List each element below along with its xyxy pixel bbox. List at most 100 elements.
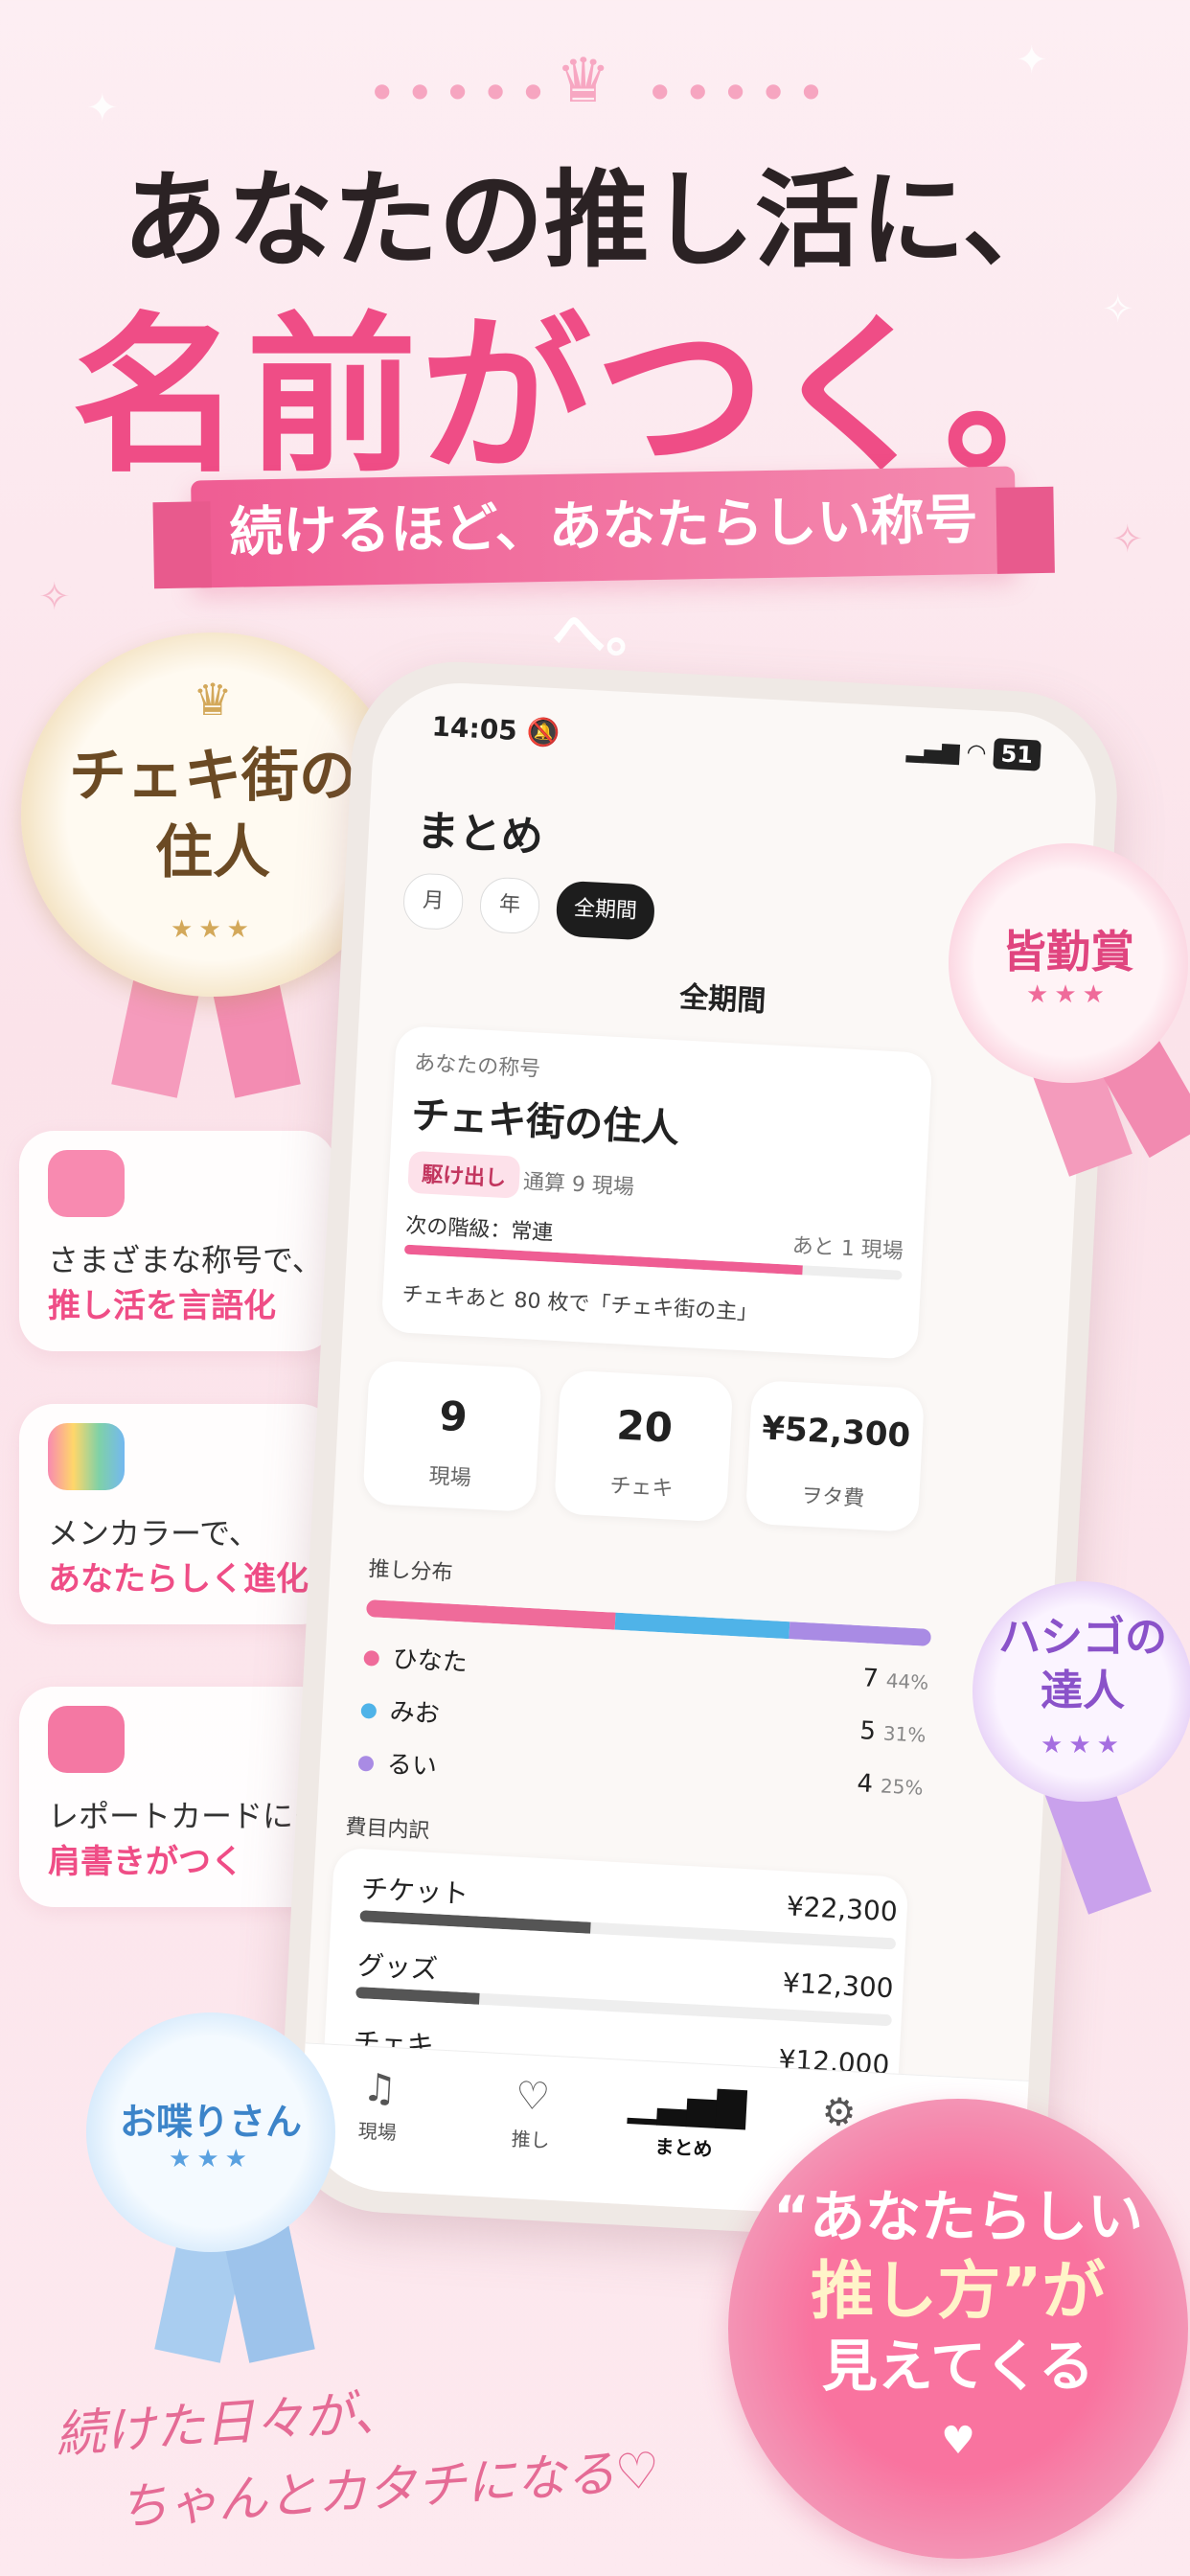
sparkle-icon: ✦: [86, 86, 119, 130]
feature-card-colors: メンカラーで、 あなたらしく進化: [19, 1404, 335, 1624]
badge-text: お喋りさん: [119, 2100, 302, 2143]
color-dot: [360, 1702, 378, 1719]
stat-number: 9: [438, 1392, 469, 1441]
rank-hint: チェキあと 80 枚で「チェキ街の主」: [400, 1282, 759, 1325]
next-rank-label: 次の階級：常連: [404, 1213, 554, 1246]
decorative-dots: ●●●●●: [652, 79, 841, 102]
star-rating: ★★★: [169, 2144, 253, 2174]
bar-chart-icon: ▁▃▅▇: [627, 2080, 747, 2130]
title-badge-perfect-attendance: 皆勤賞 ★★★: [949, 843, 1188, 1083]
status-bar: 14:05 🔕 ▂▄▆ ◠ 51: [431, 710, 1041, 773]
remaining-count: あと 1 現場: [791, 1233, 904, 1264]
oshi-count: 5 31%: [859, 1716, 927, 1749]
distribution-segment-mio: [614, 1612, 790, 1640]
stat-card-spending: ¥52,300 ヲタ費: [744, 1379, 926, 1533]
badge-line2: 達人: [1041, 1667, 1125, 1715]
sparkle-icon: ✧: [38, 575, 71, 619]
stat-number: ¥52,300: [761, 1409, 912, 1456]
distribution-bar: [365, 1599, 932, 1646]
badge-line2: 住人: [155, 819, 270, 886]
tab-summary[interactable]: ▁▃▅▇ まとめ: [626, 2080, 747, 2163]
star-rating: ★★★: [171, 915, 255, 944]
count-value: 4: [856, 1769, 874, 1799]
distribution-label: 推し分布: [367, 1557, 454, 1586]
tagline-line3: 見えてくる: [821, 2334, 1095, 2399]
oshi-count: 4 25%: [857, 1769, 924, 1802]
heart-icon: ♥: [941, 2419, 975, 2463]
oshi-name: ひなた: [391, 1644, 469, 1678]
distribution-segment-rui: [789, 1622, 932, 1646]
bell-off-icon: 🔕: [525, 715, 561, 749]
speech-bubble-icon: [48, 1150, 125, 1217]
title-badge-chatty: お喋りさん ★★★: [86, 2012, 335, 2252]
stat-unit: 現場: [428, 1464, 472, 1491]
battery-icon: 51: [992, 738, 1041, 771]
screen-title: まとめ: [415, 806, 545, 862]
color-dot: [357, 1755, 375, 1772]
segment-all-time[interactable]: 全期間: [555, 880, 656, 941]
rank-progress-fill: [403, 1244, 803, 1276]
subtitle-ribbon: 続けるほど、あなたらしい称号へ。: [191, 466, 1017, 666]
stat-unit: ヲタ費: [800, 1484, 865, 1512]
expenses-label: 費目内訳: [344, 1815, 431, 1844]
title-badge-hashigo: ハシゴの 達人 ★★★: [973, 1581, 1190, 1802]
crown-icon: ♛: [193, 674, 233, 725]
segment-year[interactable]: 年: [478, 876, 541, 935]
feature-highlight: 推し活を言語化: [48, 1287, 276, 1325]
oshi-name: るい: [386, 1750, 438, 1782]
status-icons: ▂▄▆ ◠ 51: [905, 735, 1041, 771]
color-dot: [363, 1649, 380, 1667]
feature-card-titles: さまざまな称号で、 推し活を言語化: [19, 1131, 335, 1351]
total-count: 通算 9 現場: [522, 1170, 635, 1201]
distribution-segment-hinata: [365, 1599, 616, 1630]
color-palette-icon: [48, 1423, 125, 1490]
tab-venues[interactable]: ♫ 現場: [319, 2063, 438, 2147]
stat-number: 20: [615, 1401, 675, 1452]
tagline-line2: 推し方”が: [811, 2254, 1106, 2328]
tab-label: 現場: [357, 2119, 398, 2145]
expense-amount: ¥22,300: [786, 1890, 899, 1928]
feature-text: メンカラーで、: [48, 1515, 260, 1552]
feature-highlight: あなたらしく進化: [48, 1560, 309, 1598]
feature-text: レポートカードにも: [48, 1798, 325, 1834]
tab-oshi[interactable]: ♡ 推し: [472, 2072, 591, 2155]
status-time: 14:05: [430, 710, 518, 748]
title-card-label: あなたの称号: [413, 1050, 541, 1082]
feature-text: さまざまな称号で、: [48, 1242, 323, 1278]
tagline-line1: “あなたらしい: [772, 2184, 1144, 2249]
footer-tagline: 続けた日々が、 ちゃんとカタチになる♡: [53, 2356, 662, 2550]
star-rating: ★★★: [1026, 980, 1110, 1009]
sparkle-icon: ✧: [1111, 518, 1144, 562]
expense-name: グッズ: [356, 1949, 439, 1986]
oshi-count: 7 44%: [862, 1664, 929, 1696]
rank-badge: 駆け出し: [407, 1150, 521, 1199]
stat-unit: チェキ: [608, 1474, 675, 1502]
badge-text: 皆勤賞: [1002, 926, 1134, 978]
oshi-name: みお: [389, 1697, 441, 1730]
tab-label: まとめ: [653, 2134, 714, 2161]
feature-highlight: 肩書きがつく: [48, 1843, 243, 1881]
heart-icon: ♡: [514, 2073, 552, 2120]
percent-value: 44%: [885, 1668, 929, 1694]
segment-month[interactable]: 月: [401, 872, 465, 932]
badge-line1: チェキ街の: [69, 743, 356, 810]
expense-amount: ¥12,300: [781, 1966, 895, 2005]
percent-value: 31%: [882, 1721, 927, 1747]
star-rating: ★★★: [1041, 1731, 1125, 1760]
percent-value: 25%: [880, 1774, 925, 1800]
expense-bar-fill: [359, 1910, 591, 1934]
id-card-icon: [48, 1706, 125, 1773]
stat-card-venues: 9 現場: [362, 1359, 542, 1513]
stat-card-cheki: 20 チェキ: [553, 1369, 734, 1523]
expense-bar-fill: [355, 1987, 480, 2005]
feature-card-report: レポートカードにも 肩書きがつく: [19, 1687, 335, 1907]
crown-icon: ♛: [556, 46, 611, 117]
count-value: 7: [861, 1664, 880, 1694]
count-value: 5: [858, 1716, 877, 1747]
title-card: あなたの称号 チェキ街の住人 駆け出し 通算 9 現場 次の階級：常連 あと 1…: [380, 1024, 933, 1360]
current-title: チェキ街の住人: [410, 1092, 681, 1152]
badge-line1: ハシゴの: [998, 1613, 1167, 1662]
tab-label: 推し: [511, 2127, 551, 2152]
music-note-icon: ♫: [361, 2065, 399, 2112]
decorative-dots: ●●●●●: [374, 79, 563, 102]
